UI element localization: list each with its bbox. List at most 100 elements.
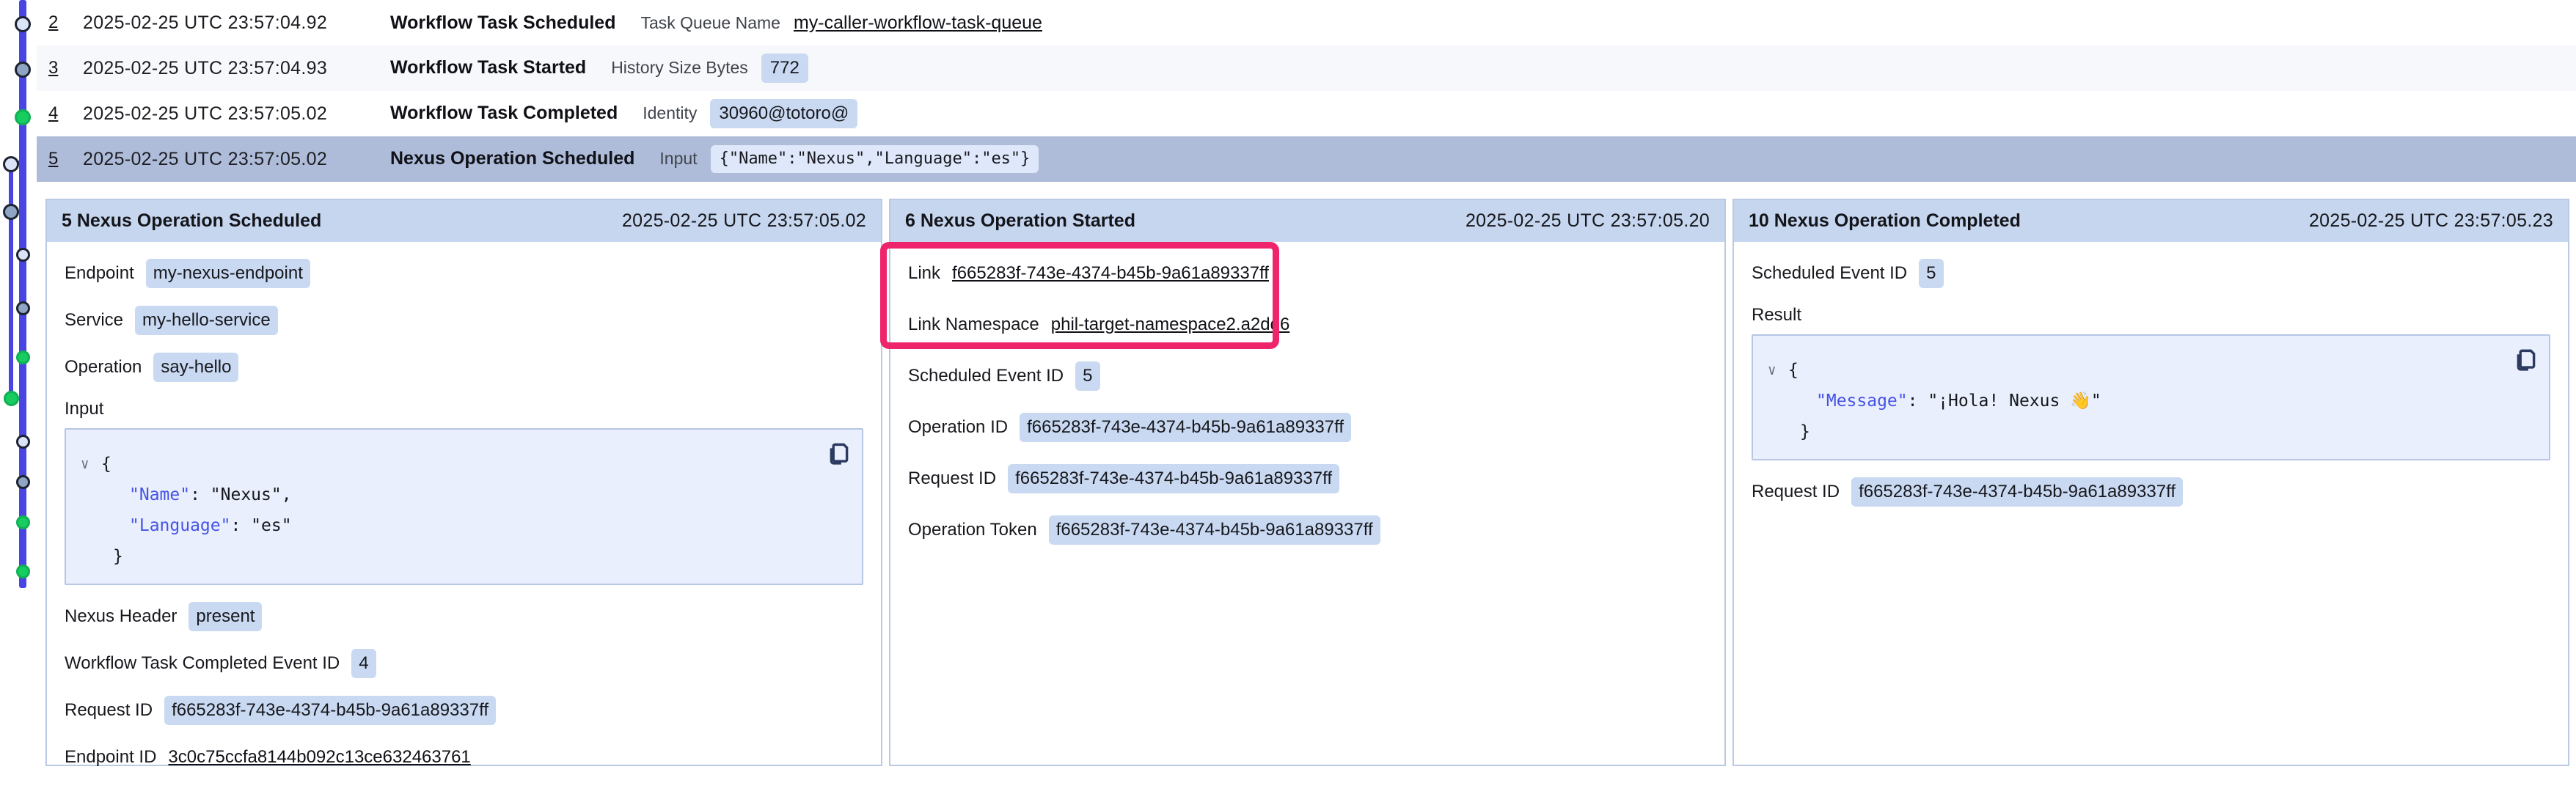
detail-field-link[interactable]: phil-target-namespace2.a2dd6 xyxy=(1051,315,1290,335)
timeline-main-line xyxy=(19,0,26,588)
detail-field: Scheduled Event ID5 xyxy=(908,361,1707,392)
detail-field-value-badge: my-nexus-endpoint xyxy=(146,259,310,289)
chevron-down-icon[interactable]: ∨ xyxy=(1768,355,1776,386)
detail-field-value-badge: 4 xyxy=(351,649,376,679)
event-detail-panels: 5 Nexus Operation Scheduled 2025-02-25 UT… xyxy=(45,199,2569,766)
detail-field-value-badge: f665283f-743e-4374-b45b-9a61a89337ff xyxy=(1049,515,1380,545)
event-row[interactable]: 5 2025-02-25 UTC 23:57:05.02 Nexus Operati… xyxy=(37,136,2576,182)
detail-field-value-badge: my-hello-service xyxy=(135,306,278,336)
detail-field: Operationsay-hello xyxy=(65,352,863,383)
detail-field-value-badge: f665283f-743e-4374-b45b-9a61a89337ff xyxy=(1008,464,1339,494)
json-line: "Language": "es" xyxy=(76,510,849,541)
detail-field-value-badge: f665283f-743e-4374-b45b-9a61a89337ff xyxy=(1020,413,1351,443)
detail-field-label: Request ID xyxy=(908,468,996,489)
detail-field-label: Scheduled Event ID xyxy=(1752,263,1907,284)
detail-field: Result ∨{"Message": "¡Hola! Nexus 👋"} xyxy=(1752,305,2550,460)
detail-field: Operation Token f665283f-743e-4374-b45b-9… xyxy=(908,515,1707,545)
event-id-link[interactable]: 4 xyxy=(48,103,58,124)
detail-field-label: Request ID xyxy=(1752,482,1840,502)
event-meta-label: History Size Bytes xyxy=(611,58,748,78)
timeline-dot xyxy=(16,515,30,529)
event-meta-label: Identity xyxy=(643,103,697,123)
timeline-dot xyxy=(16,350,30,364)
panel-header: 10 Nexus Operation Completed 2025-02-25 U… xyxy=(1734,200,2568,242)
detail-field-value-badge: f665283f-743e-4374-b45b-9a61a89337ff xyxy=(1851,477,2183,507)
detail-field: Scheduled Event ID5 xyxy=(1752,258,2550,289)
detail-field-label: Endpoint ID xyxy=(65,747,156,768)
detail-field-label: Workflow Task Completed Event ID xyxy=(65,653,340,674)
event-id-link[interactable]: 2 xyxy=(48,12,58,33)
detail-field-label: Scheduled Event ID xyxy=(908,366,1064,386)
timeline-dot xyxy=(15,62,31,78)
detail-field: Nexus Header present xyxy=(65,601,863,632)
timeline-dot xyxy=(16,565,30,578)
event-meta-value-badge: {"Name":"Nexus","Language":"es"} xyxy=(711,145,1039,173)
json-code-block: ∨{"Name": "Nexus","Language": "es"} xyxy=(65,428,863,585)
event-timestamp: 2025-02-25 UTC 23:57:05.02 xyxy=(83,103,327,125)
event-timestamp: 2025-02-25 UTC 23:57:04.92 xyxy=(83,12,327,34)
json-code-block: ∨{"Message": "¡Hola! Nexus 👋"} xyxy=(1752,334,2550,460)
panel-timestamp: 2025-02-25 UTC 23:57:05.20 xyxy=(1466,210,1710,232)
event-history-rows: 2 2025-02-25 UTC 23:57:04.92 Workflow Task… xyxy=(37,0,2576,182)
event-row[interactable]: 3 2025-02-25 UTC 23:57:04.93 Workflow Task… xyxy=(37,45,2576,91)
detail-field: Operation ID f665283f-743e-4374-b45b-9a61… xyxy=(908,412,1707,443)
detail-field: Request ID f665283f-743e-4374-b45b-9a61a8… xyxy=(65,695,863,726)
json-line: } xyxy=(76,541,849,572)
detail-field-label: Operation Token xyxy=(908,520,1037,540)
event-timestamp: 2025-02-25 UTC 23:57:04.93 xyxy=(83,58,327,79)
event-name: Workflow Task Started xyxy=(390,57,586,78)
detail-field-link[interactable]: f665283f-743e-4374-b45b-9a61a89337ff xyxy=(952,263,1269,284)
chevron-down-icon[interactable]: ∨ xyxy=(81,449,89,479)
detail-field-label: Result xyxy=(1752,305,2550,326)
event-timestamp: 2025-02-25 UTC 23:57:05.02 xyxy=(83,149,327,170)
panel-body: Link f665283f-743e-4374-b45b-9a61a89337ff… xyxy=(890,242,1724,765)
timeline-dot xyxy=(15,16,31,32)
detail-field: Workflow Task Completed Event ID 4 xyxy=(65,648,863,679)
detail-field-label: Input xyxy=(65,399,863,419)
event-detail-panel: 5 Nexus Operation Scheduled 2025-02-25 UT… xyxy=(45,199,882,766)
json-line: "Message": "¡Hola! Nexus 👋" xyxy=(1763,386,2536,416)
detail-field: Input ∨{"Name": "Nexus","Language": "es"} xyxy=(65,399,863,585)
event-id-link[interactable]: 3 xyxy=(48,58,58,78)
json-line: "Name": "Nexus", xyxy=(76,479,849,510)
event-row[interactable]: 42025-02-25 UTC 23:57:05.02Workflow Task… xyxy=(37,91,2576,136)
timeline-dot xyxy=(16,435,30,449)
timeline-dot xyxy=(16,248,30,262)
panel-header: 6 Nexus Operation Started 2025-02-25 UTC … xyxy=(890,200,1724,242)
event-meta-link[interactable]: my-caller-workflow-task-queue xyxy=(794,12,1042,34)
detail-field-label: Nexus Header xyxy=(65,606,177,627)
event-name: Nexus Operation Scheduled xyxy=(390,148,634,169)
detail-field: Link f665283f-743e-4374-b45b-9a61a89337ff xyxy=(908,258,1707,289)
detail-field-label: Link Namespace xyxy=(908,315,1039,335)
detail-field: Endpoint my-nexus-endpoint xyxy=(65,258,863,289)
timeline-dot xyxy=(15,109,31,125)
detail-field: Request ID f665283f-743e-4374-b45b-9a61a8… xyxy=(1752,477,2550,507)
timeline-dot xyxy=(3,204,19,220)
panel-header: 5 Nexus Operation Scheduled 2025-02-25 UT… xyxy=(47,200,881,242)
panel-body: Endpoint my-nexus-endpoint Service my-hello… xyxy=(47,242,881,805)
event-meta-value-badge: 772 xyxy=(761,54,808,84)
event-row[interactable]: 2 2025-02-25 UTC 23:57:04.92 Workflow Task… xyxy=(37,0,2576,45)
timeline-dot xyxy=(3,156,19,172)
timeline-dot xyxy=(4,391,19,406)
event-detail-panel: 10 Nexus Operation Completed 2025-02-25 U… xyxy=(1732,199,2569,766)
panel-title: 5 Nexus Operation Scheduled xyxy=(62,210,321,232)
detail-field-label: Service xyxy=(65,310,123,331)
panel-timestamp: 2025-02-25 UTC 23:57:05.02 xyxy=(622,210,866,232)
event-name: Workflow Task Scheduled xyxy=(390,12,615,34)
panel-title: 10 Nexus Operation Completed xyxy=(1749,210,2021,232)
panel-title: 6 Nexus Operation Started xyxy=(905,210,1135,232)
detail-field-label: Operation ID xyxy=(908,417,1008,438)
event-detail-panel: 6 Nexus Operation Started 2025-02-25 UTC … xyxy=(889,199,1726,766)
detail-field-label: Request ID xyxy=(65,700,153,721)
detail-field-value-badge: say-hello xyxy=(153,353,238,383)
event-id-link[interactable]: 5 xyxy=(48,149,58,169)
detail-field: Service my-hello-service xyxy=(65,305,863,336)
detail-field-link[interactable]: 3c0c75ccfa8144b092c13ce632463761 xyxy=(168,747,470,768)
detail-field-value-badge: f665283f-743e-4374-b45b-9a61a89337ff xyxy=(164,696,496,726)
detail-field-label: Endpoint xyxy=(65,263,134,284)
panel-timestamp: 2025-02-25 UTC 23:57:05.23 xyxy=(2309,210,2553,232)
event-meta-value-badge: 30960@totoro@ xyxy=(710,99,857,129)
detail-field-label: Link xyxy=(908,263,940,284)
detail-field-value-badge: present xyxy=(189,602,262,632)
